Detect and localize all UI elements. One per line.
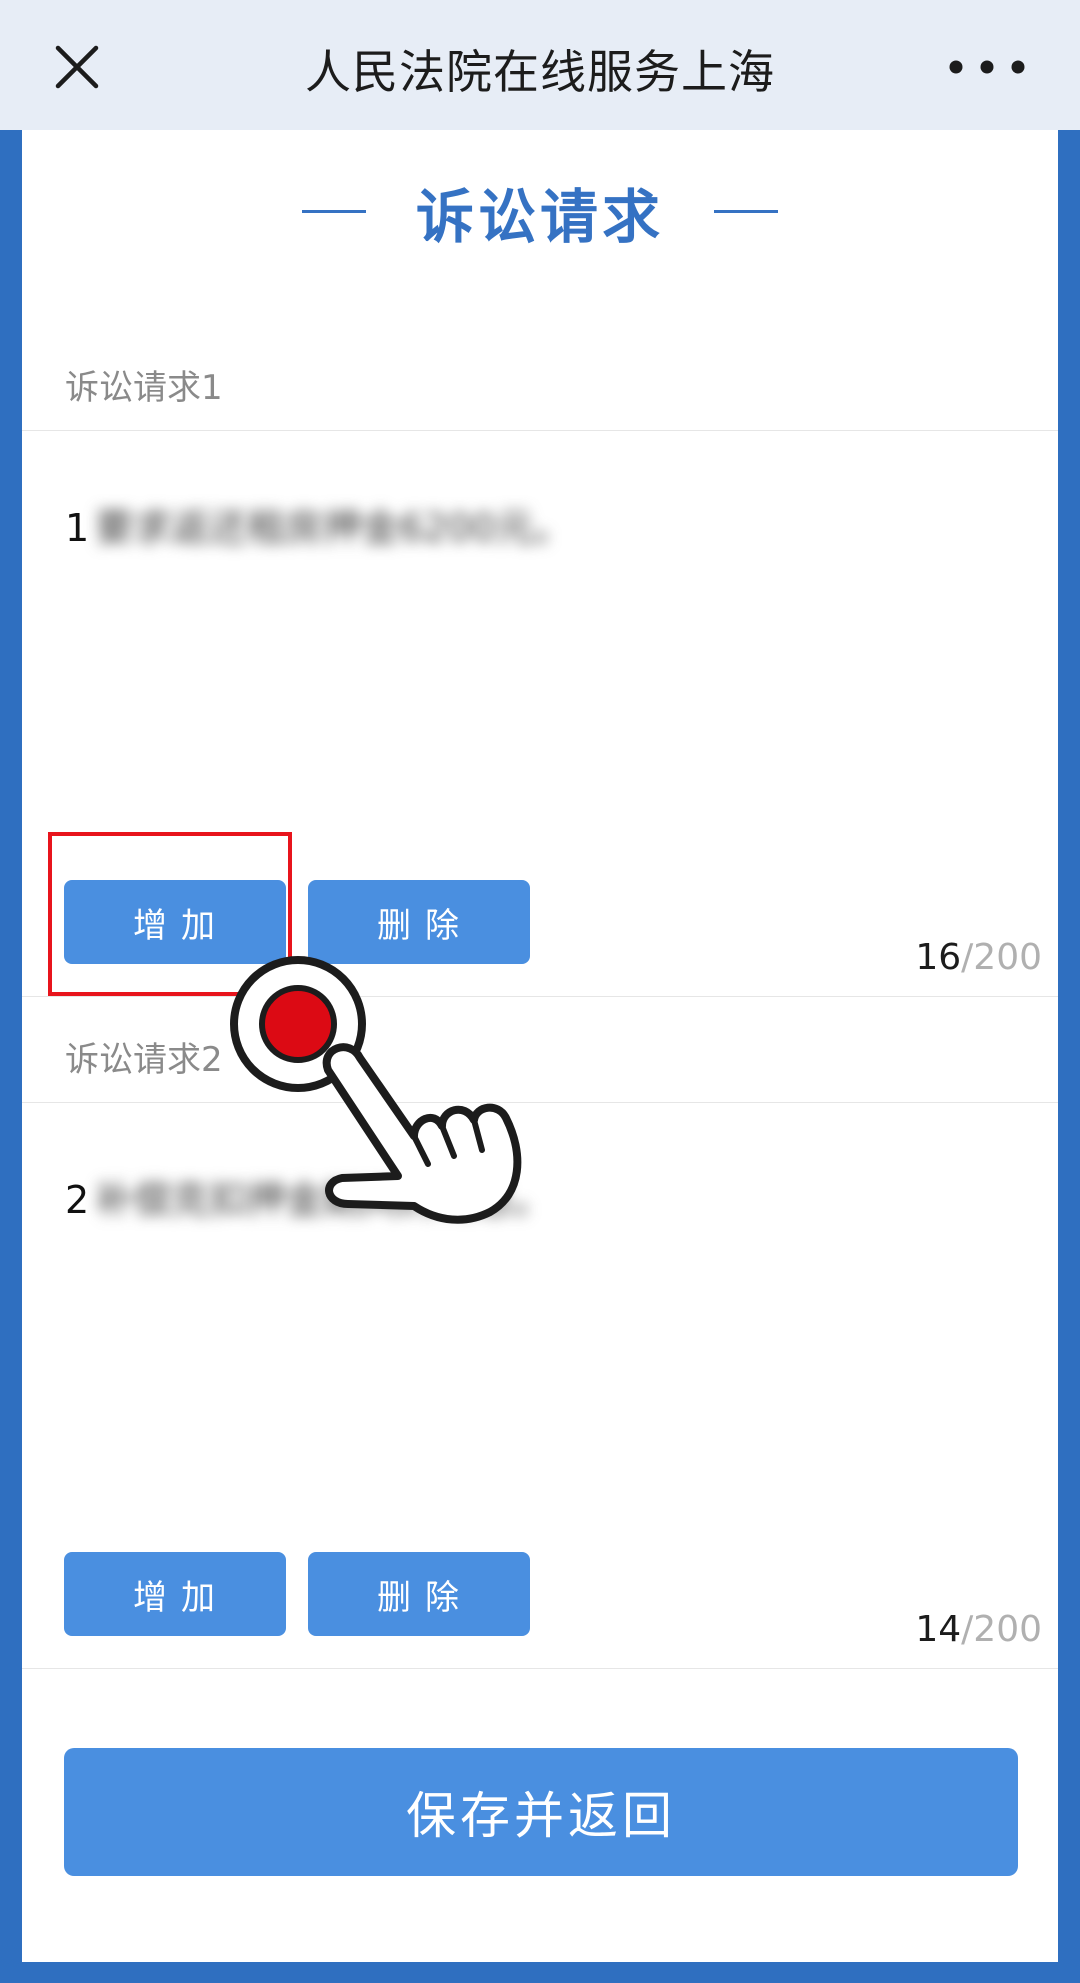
claim-1-count-current: 16 (915, 937, 962, 978)
claim-2-delete-button[interactable]: 删除 (308, 1552, 530, 1636)
claim-2-count-max: /200 (961, 1609, 1042, 1650)
page-title: 人民法院在线服务上海 (305, 45, 775, 99)
claim-2-add-button[interactable]: 增加 (64, 1552, 286, 1636)
more-options-icon[interactable] (942, 42, 1032, 92)
tap-hand-icon (230, 956, 522, 1224)
claim-1-label: 诉讼请求1 (65, 368, 223, 408)
claim-2-char-counter: 14/200 (915, 1609, 1042, 1650)
claim-1-number: 1 (65, 506, 90, 550)
title-dash-left (302, 210, 366, 213)
claim-1-count-max: /200 (961, 937, 1042, 978)
claim-1-text-blurred: 要求返还租房押金6200元。 (95, 506, 572, 550)
top-bar: 人民法院在线服务上海 (0, 0, 1080, 130)
title-dash-right (714, 210, 778, 213)
claim-2-number: 2 (65, 1178, 90, 1222)
divider (22, 1668, 1058, 1669)
divider (22, 996, 1058, 997)
content-panel: 诉讼请求 诉讼请求1 1 要求返还租房押金6200元。 16/200 增加 删除 … (22, 130, 1058, 1962)
save-and-return-button[interactable]: 保存并返回 (64, 1748, 1018, 1876)
section-header: 诉讼请求 (22, 170, 1058, 251)
claim-1-char-counter: 16/200 (915, 937, 1042, 978)
claim-2-label: 诉讼请求2 (65, 1040, 223, 1080)
section-title: 诉讼请求 (415, 183, 664, 251)
claim-2-count-current: 14 (915, 1609, 962, 1650)
